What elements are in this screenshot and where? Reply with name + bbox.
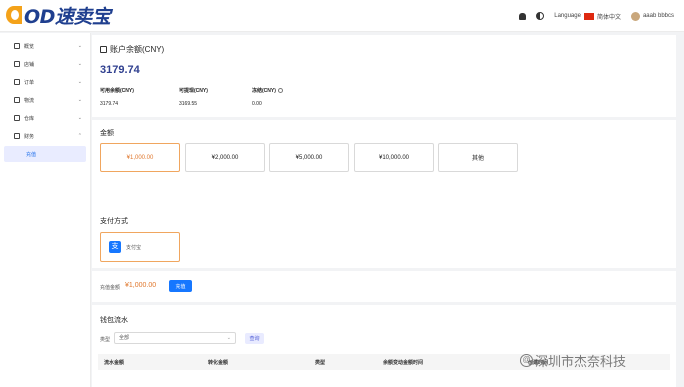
chevron-down-icon: ⌄ xyxy=(226,335,231,341)
sidebar-subitem-recharge[interactable]: 充值 xyxy=(4,146,86,162)
withdrawable-label: 可提现(CNY) xyxy=(179,88,208,94)
recharge-amount-label: 充值金额 xyxy=(100,285,121,291)
frozen-label-row: 冻结(CNY) xyxy=(252,87,283,94)
language-label: Language xyxy=(554,13,581,19)
bell-icon[interactable] xyxy=(519,12,527,20)
frozen-balance: 冻结(CNY) 0.00 xyxy=(252,87,283,107)
warehouse-icon xyxy=(14,115,20,121)
amount-option-1000[interactable]: ¥1,000.00 xyxy=(100,143,180,172)
amount-option-2000[interactable]: ¥2,000.00 xyxy=(185,143,265,172)
payment-option-alipay[interactable]: 支 支付宝 xyxy=(100,232,180,262)
finance-icon xyxy=(14,133,20,139)
chevron-up-icon: ⌃ xyxy=(77,133,82,139)
column-header: 类型 xyxy=(315,360,326,366)
language-switcher[interactable]: Language 简体中文 xyxy=(554,12,621,21)
type-filter-value: 全部 xyxy=(119,335,130,341)
query-button[interactable]: 查询 xyxy=(245,333,264,344)
chevron-down-icon: ⌄ xyxy=(77,115,82,121)
logo-text: OD速卖宝 xyxy=(24,5,111,28)
frozen-value: 0.00 xyxy=(252,101,262,107)
sidebar-item-orders[interactable]: 订单 ⌄ xyxy=(0,73,90,91)
amount-option-other[interactable]: 其他 xyxy=(438,143,518,172)
sidebar-item-logistics[interactable]: 物流 ⌄ xyxy=(0,91,90,109)
truck-icon xyxy=(14,97,20,103)
recharge-amount-value: ¥1,000.00 xyxy=(125,282,157,289)
logo[interactable]: OD速卖宝 xyxy=(6,4,111,28)
column-header: 流水金额 xyxy=(104,360,125,366)
payment-title: 支付方式 xyxy=(100,218,128,225)
recharge-button[interactable]: 充值 xyxy=(169,280,192,292)
logo-icon xyxy=(6,6,22,24)
withdrawable-balance: 可提现(CNY) 3169.55 xyxy=(179,87,208,107)
watermark: @ 深圳市杰奈科技 xyxy=(520,351,626,370)
balance-value: 3179.74 xyxy=(100,64,140,76)
available-label: 可用余额(CNY) xyxy=(100,88,134,94)
available-value: 3179.74 xyxy=(100,101,119,107)
amount-option-10000[interactable]: ¥10,000.00 xyxy=(354,143,434,172)
column-header: 转化金额 xyxy=(208,360,229,366)
language-value: 简体中文 xyxy=(596,14,621,21)
available-balance: 可用余额(CNY) 3179.74 xyxy=(100,87,134,107)
sidebar-item-overview[interactable]: 概览 ⌄ xyxy=(0,37,90,55)
withdrawable-value: 3169.55 xyxy=(179,101,198,107)
chevron-down-icon: ⌄ xyxy=(77,97,82,103)
header-actions: Language 简体中文 aaab bbbcs xyxy=(519,0,674,32)
sidebar-item-label: 概览 xyxy=(24,43,35,50)
order-icon xyxy=(14,79,20,85)
info-icon[interactable] xyxy=(277,88,283,93)
wallet-icon xyxy=(100,46,107,53)
watermark-text: 深圳市杰奈科技 xyxy=(535,354,627,369)
avatar xyxy=(630,11,640,21)
balance-card: 账户余额(CNY) 3179.74 可用余额(CNY) 3179.74 可提现(… xyxy=(92,35,676,117)
sidebar-item-label: 财务 xyxy=(24,133,35,140)
type-filter-label: 类型 xyxy=(100,337,111,343)
payment-method-label: 支付宝 xyxy=(126,244,142,251)
sidebar-item-warehouse[interactable]: 仓库 ⌄ xyxy=(0,109,90,127)
chevron-down-icon: ⌄ xyxy=(77,61,82,67)
sidebar-item-label: 订单 xyxy=(24,79,35,86)
chevron-down-icon: ⌄ xyxy=(77,79,82,85)
amount-option-5000[interactable]: ¥5,000.00 xyxy=(269,143,349,172)
china-flag-icon xyxy=(583,12,594,20)
chevron-down-icon: ⌄ xyxy=(77,43,82,49)
recharge-bar: 充值金额 ¥1,000.00 充值 xyxy=(92,271,676,302)
theme-toggle-icon[interactable] xyxy=(536,12,545,20)
column-header: 余额变动金额时间 xyxy=(383,360,424,366)
sidebar-item-label: 物流 xyxy=(24,97,35,104)
main-content: 账户余额(CNY) 3179.74 可用余额(CNY) 3179.74 可提现(… xyxy=(92,33,676,387)
username: aaab bbbcs xyxy=(642,13,674,19)
sidebar-item-store[interactable]: 店铺 ⌄ xyxy=(0,55,90,73)
frozen-label: 冻结(CNY) xyxy=(252,88,276,94)
wallet-flow-card: 钱包流水 类型 全部 ⌄ 查询 流水金额 转化金额 类型 余额变动金额时间 创建… xyxy=(92,305,676,387)
top-bar: OD速卖宝 Language 简体中文 aaab bbbcs xyxy=(0,0,684,32)
wallet-flow-title: 钱包流水 xyxy=(100,317,128,324)
type-filter-select[interactable]: 全部 ⌄ xyxy=(114,332,236,344)
sidebar: 概览 ⌄ 店铺 ⌄ 订单 ⌄ 物流 ⌄ 仓库 ⌄ 财务 ⌃ 充值 xyxy=(0,33,91,387)
amount-title: 金额 xyxy=(100,130,114,137)
recharge-options-card: 金额 ¥1,000.00 ¥2,000.00 ¥5,000.00 ¥10,000… xyxy=(92,120,676,268)
alipay-icon: 支 xyxy=(109,241,121,253)
user-menu[interactable]: aaab bbbcs xyxy=(630,11,674,21)
sidebar-item-finance[interactable]: 财务 ⌃ xyxy=(0,127,90,145)
sidebar-item-label: 仓库 xyxy=(24,115,35,122)
store-icon xyxy=(14,61,20,67)
sidebar-item-label: 店铺 xyxy=(24,61,35,68)
balance-title: 账户余额(CNY) xyxy=(100,44,164,55)
at-icon: @ xyxy=(520,354,533,367)
dashboard-icon xyxy=(14,43,20,49)
